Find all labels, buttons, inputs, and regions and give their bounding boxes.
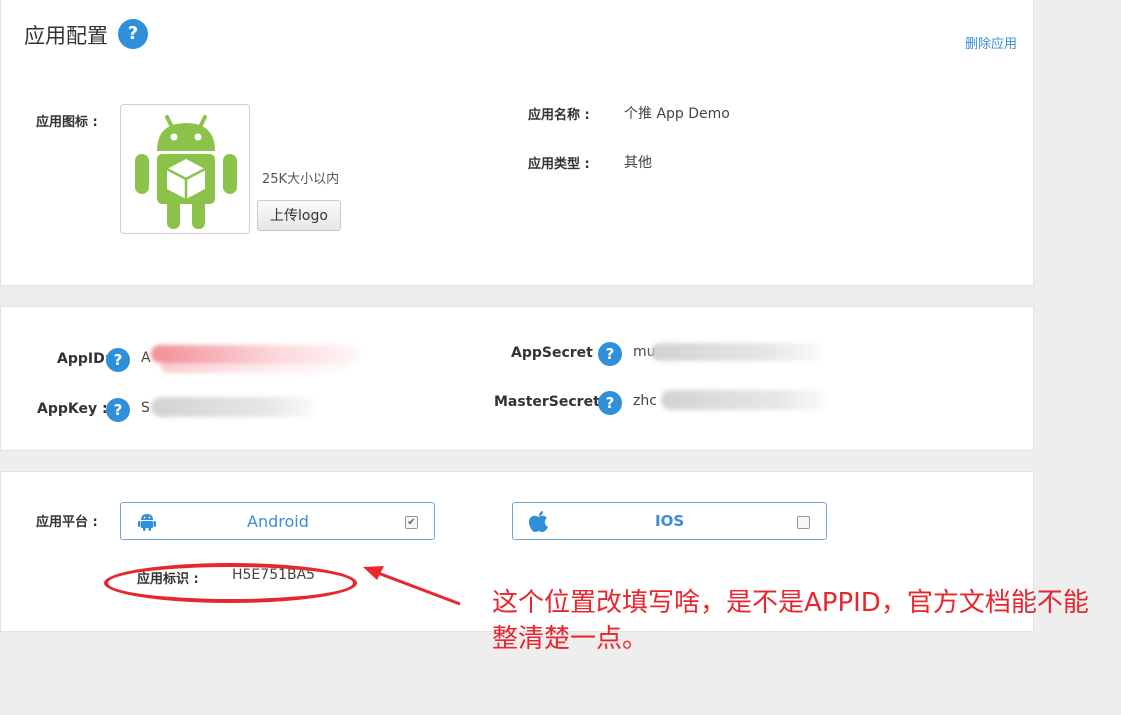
ios-platform-option[interactable]: IOS <box>512 502 827 540</box>
app-icon-image <box>120 104 250 234</box>
upload-logo-button[interactable]: 上传logo <box>257 200 341 231</box>
appid-value: A <box>141 350 151 366</box>
android-logo-icon <box>135 115 237 229</box>
app-icon-label: 应用图标 : <box>36 115 98 130</box>
size-hint: 25K大小以内 <box>262 172 340 187</box>
appsecret-help-icon[interactable]: ? <box>598 342 622 366</box>
app-type-label: 应用类型 : <box>528 157 590 172</box>
mastersecret-help-icon[interactable]: ? <box>598 391 622 415</box>
help-icon[interactable]: ? <box>118 19 148 49</box>
page-title: 应用配置 <box>24 24 108 48</box>
appid-help-icon[interactable]: ? <box>106 348 130 372</box>
platform-label: 应用平台 : <box>36 515 98 530</box>
appkey-redaction <box>151 397 316 417</box>
header-panel: 应用配置 ? 删除应用 <box>0 0 1034 67</box>
keys-panel: AppID: ? A AppKey : ? S AppSecret : ? mu… <box>0 306 1034 451</box>
app-name-value: 个推 App Demo <box>624 106 730 122</box>
appkey-help-icon[interactable]: ? <box>106 398 130 422</box>
mastersecret-label: MasterSecret : <box>494 394 611 410</box>
app-type-value: 其他 <box>624 155 652 171</box>
android-label: Android <box>247 512 309 531</box>
annotation-arrow-icon <box>363 566 461 606</box>
appkey-label: AppKey : <box>37 401 108 417</box>
annotation-text: 这个位置改填写啥，是不是APPID，官方文档能不能整清楚一点。 <box>492 588 1089 654</box>
ios-checkbox[interactable] <box>797 516 810 529</box>
app-name-label: 应用名称 : <box>528 108 590 123</box>
appid-label: AppID: <box>57 351 111 367</box>
appid-redaction-shadow <box>161 359 351 373</box>
delete-app-link[interactable]: 删除应用 <box>965 33 1017 52</box>
mastersecret-value: zhc <box>633 393 657 409</box>
appsecret-label: AppSecret : <box>511 345 604 361</box>
android-icon <box>138 514 156 531</box>
apple-icon <box>529 511 548 532</box>
android-checkbox[interactable]: ✔ <box>405 516 418 529</box>
ios-label: IOS <box>655 512 685 530</box>
appsecret-redaction <box>651 343 821 361</box>
annotation-ellipse <box>104 563 357 603</box>
appkey-value: S <box>141 400 150 416</box>
basic-info-panel: 应用图标 : 25K大小以内 上传logo 应用名称 : 个推 App Demo… <box>0 66 1034 286</box>
android-platform-option[interactable]: Android ✔ <box>120 502 435 540</box>
mastersecret-redaction <box>661 390 826 410</box>
